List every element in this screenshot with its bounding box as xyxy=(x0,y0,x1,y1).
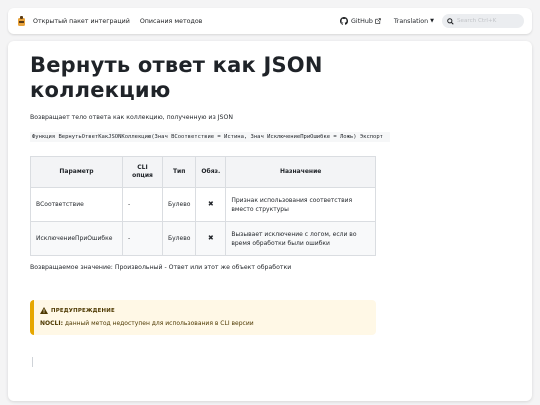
cell-required: ✖ xyxy=(195,221,227,256)
header-purpose: Назначение xyxy=(225,156,376,188)
translation-label: Translation xyxy=(393,17,429,25)
warning-label: NOCLI: xyxy=(40,320,63,327)
external-link-icon xyxy=(375,18,381,24)
parameters-table: Параметр CLI опция Тип Обяз. Назначение … xyxy=(30,156,376,256)
text-cursor xyxy=(32,357,33,367)
table-row: ИсключениеПриОшибке - Булево ✖ Вызывает … xyxy=(30,221,376,256)
github-icon xyxy=(340,17,348,25)
return-value: Возвращаемое значение: Произвольный - От… xyxy=(30,264,292,271)
search-input[interactable] xyxy=(457,18,517,24)
cell-purpose: Вызывает исключение с логом, если во вре… xyxy=(225,221,376,256)
github-link[interactable]: GitHub xyxy=(340,17,384,25)
content-card: Вернуть ответ как JSON коллекцию Возвращ… xyxy=(8,41,532,401)
warning-icon xyxy=(40,307,48,314)
warning-body: NOCLI: данный метод недоступен для испол… xyxy=(40,320,369,327)
chevron-down-icon: ▼ xyxy=(430,18,434,24)
warning-heading: ПРЕДУПРЕЖДЕНИЕ xyxy=(40,307,369,314)
cell-cli-option: - xyxy=(122,187,163,222)
table-row: ВСоответствие - Булево ✖ Признак использ… xyxy=(30,187,376,222)
header-type: Тип xyxy=(161,156,197,188)
top-navbar: Открытый пакет интеграций Описания метод… xyxy=(8,8,532,34)
cell-type: Булево xyxy=(161,187,197,222)
cell-cli-option: - xyxy=(122,221,163,256)
header-cli-option: CLI опция xyxy=(122,156,163,188)
header-parameter: Параметр xyxy=(30,156,123,188)
cell-required: ✖ xyxy=(195,187,227,222)
doc-content: Вернуть ответ как JSON коллекцию Возвращ… xyxy=(30,53,390,335)
method-description: Возвращает тело ответа как коллекцию, по… xyxy=(30,114,233,121)
github-label: GitHub xyxy=(351,17,373,25)
table-header-row: Параметр CLI опция Тип Обяз. Назначение xyxy=(30,156,376,188)
nav-link-methods[interactable]: Описания методов xyxy=(140,18,203,25)
warning-text: данный метод недоступен для использовани… xyxy=(62,320,254,327)
logo-icon[interactable] xyxy=(16,15,27,27)
cell-parameter: ВСоответствие xyxy=(30,187,123,222)
nav-link-integrations[interactable]: Открытый пакет интеграций xyxy=(33,18,130,25)
search-icon xyxy=(447,17,454,25)
cell-purpose: Признак использования соответствия вмест… xyxy=(225,187,376,222)
warning-admonition: ПРЕДУПРЕЖДЕНИЕ NOCLI: данный метод недос… xyxy=(30,300,376,335)
warning-title: ПРЕДУПРЕЖДЕНИЕ xyxy=(51,307,115,314)
search-box[interactable] xyxy=(442,14,524,28)
header-required: Обяз. xyxy=(195,156,227,188)
function-signature: Функция ВернутьОтветКакJSONКоллекцию(Зна… xyxy=(30,132,390,142)
cell-type: Булево xyxy=(161,221,197,256)
cell-parameter: ИсключениеПриОшибке xyxy=(30,221,123,256)
page-title: Вернуть ответ как JSON коллекцию xyxy=(30,53,323,102)
translation-dropdown[interactable]: Translation ▼ xyxy=(394,18,434,25)
